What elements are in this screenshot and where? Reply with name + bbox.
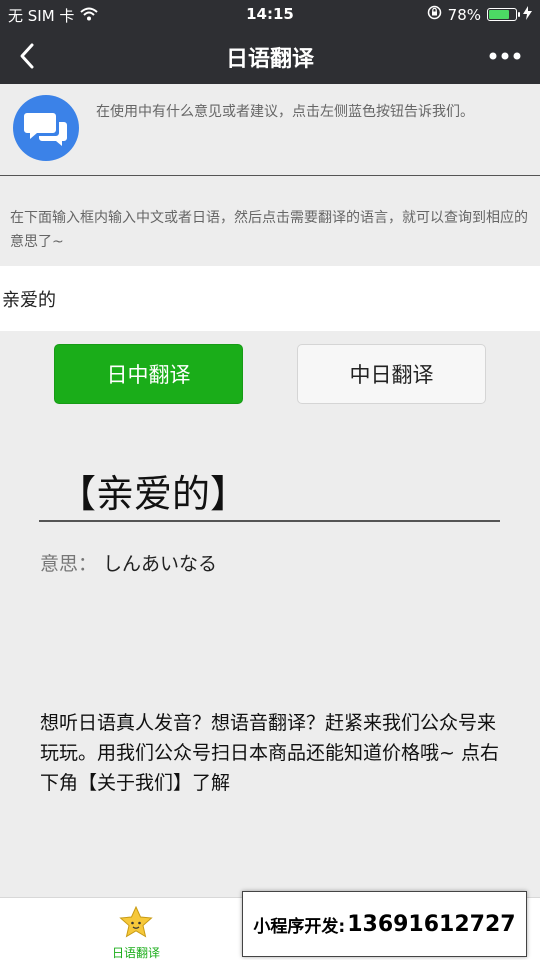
tab-japanese-translate[interactable]: 日语翻译 [96, 905, 176, 960]
zh-to-ja-button[interactable]: 中日翻译 [297, 344, 486, 404]
page-title: 日语翻译 [225, 47, 314, 72]
status-right: 78% [427, 5, 532, 24]
result-word: 【亲爱的】 [58, 472, 249, 516]
contact-phone: 13691612727 [347, 911, 516, 937]
feedback-banner: 在使用中有什么意见或者建议，点击左侧蓝色按钮告诉我们。 [0, 84, 540, 176]
instructions-text: 在下面输入框内输入中文或者日语，然后点击需要翻译的语言，就可以查询到相应的意思了… [10, 210, 528, 250]
status-bar: 无 SIM 卡 14:15 78% [0, 0, 540, 28]
result-divider [39, 520, 500, 522]
star-icon [119, 905, 153, 942]
navigation-bar: 日语翻译 [0, 28, 540, 84]
query-input-value[interactable]: 亲爱的 [2, 286, 56, 312]
contact-overlay: 小程序开发: 13691612727 [242, 891, 527, 957]
charging-icon [523, 5, 532, 24]
battery-fill [489, 10, 509, 19]
tab-label: 日语翻译 [111, 946, 160, 960]
query-input[interactable]: 亲爱的 [0, 266, 540, 331]
ja-to-zh-button[interactable]: 日中翻译 [54, 344, 243, 404]
orientation-lock-icon [427, 5, 442, 24]
feedback-text: 在使用中有什么意见或者建议，点击左侧蓝色按钮告诉我们。 [96, 104, 474, 120]
more-dots-icon[interactable] [488, 40, 522, 72]
meaning-label: 意思： [40, 553, 98, 575]
result-meaning: 意思： しんあいなる [40, 549, 217, 576]
battery-percent: 78% [447, 5, 481, 24]
chat-bubbles-icon [13, 113, 79, 165]
meaning-value: しんあいなる [103, 553, 218, 575]
contact-label: 小程序开发: [253, 916, 346, 937]
promo-text: 想听日语真人发音？想语音翻译？赶紧来我们公众号来玩玩。用我们公众号扫日本商品还能… [40, 712, 499, 794]
battery-icon [487, 8, 520, 21]
feedback-button[interactable] [13, 95, 79, 161]
